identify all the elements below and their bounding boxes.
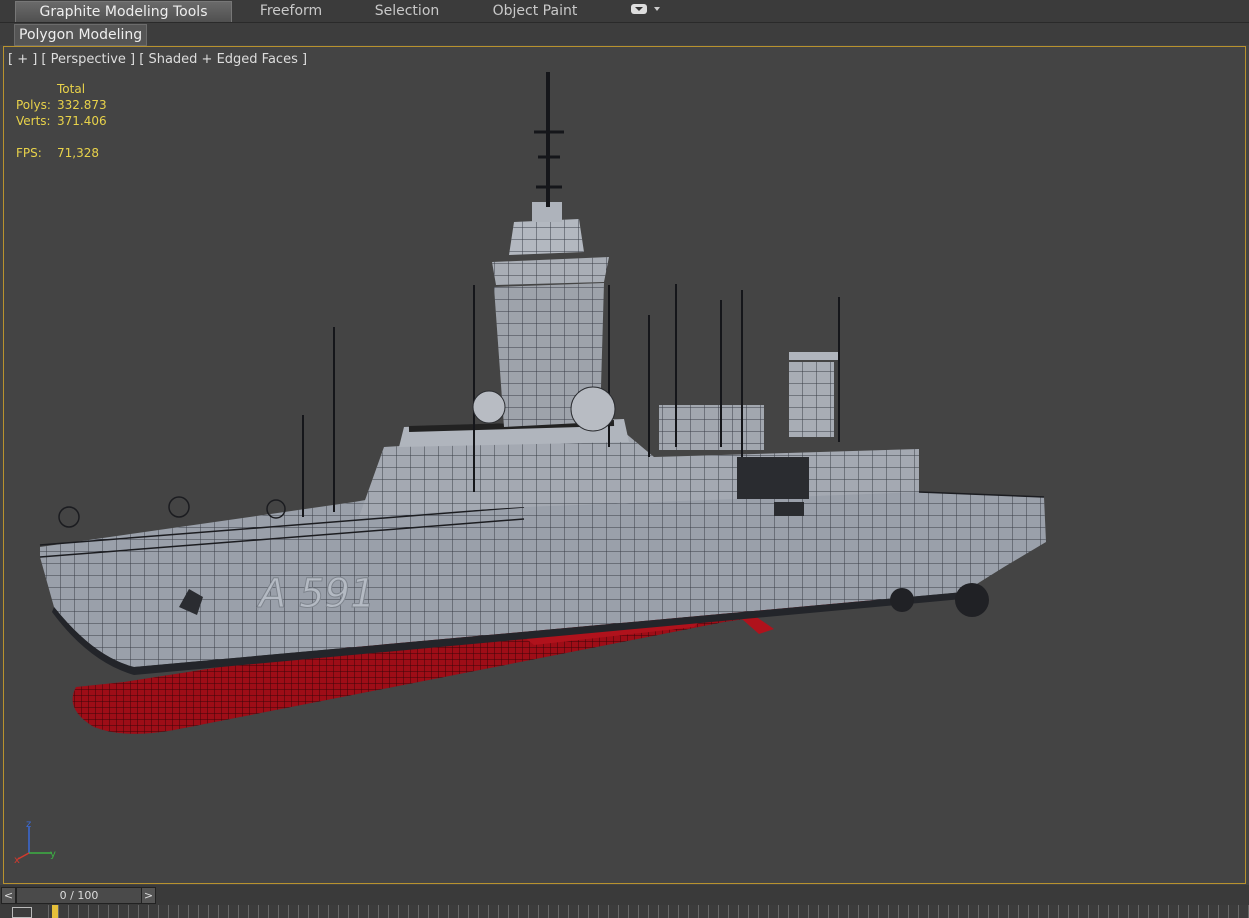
time-prev-button[interactable]: < [1,887,16,904]
axis-y-label: y [50,849,56,860]
axis-z-label: z [26,819,31,830]
hull-number: A 591 [256,571,375,617]
perspective-viewport[interactable]: [ + ] [ Perspective ] [ Shaded + Edged F… [3,46,1246,884]
axis-gizmo: z y x [14,819,56,866]
ribbon-panel-bar: Polygon Modeling [0,23,1249,46]
time-slider-bar: < 0 / 100 > [0,885,1249,905]
tab-graphite-modeling-tools[interactable]: Graphite Modeling Tools [15,1,232,22]
axis-x-label: x [14,855,20,866]
current-frame-marker[interactable] [52,905,58,918]
time-next-button[interactable]: > [141,887,156,904]
aft-mast [659,352,839,450]
polygon-modeling-panel[interactable]: Polygon Modeling [14,24,148,46]
chevron-down-icon[interactable] [654,7,660,11]
ribbon-tabs: Graphite Modeling Tools Freeform Selecti… [0,0,1249,23]
tab-selection[interactable]: Selection [362,1,452,21]
dropdown-toggle-icon[interactable] [631,4,647,14]
track-filter-icon[interactable] [12,907,32,918]
track-bar[interactable] [0,905,1249,918]
tab-freeform[interactable]: Freeform [245,1,337,21]
track-ticks[interactable] [48,905,1249,918]
tab-object-paint[interactable]: Object Paint [480,1,590,21]
time-slider[interactable]: 0 / 100 [16,887,142,904]
ship-model[interactable]: A 591 [4,47,1246,884]
